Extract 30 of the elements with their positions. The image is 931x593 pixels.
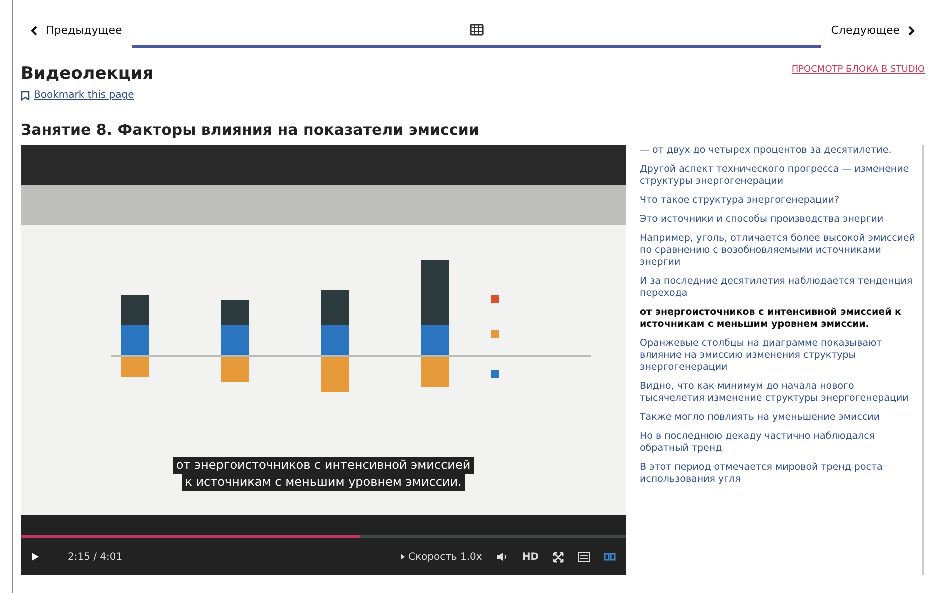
video-title: Занятие 8. Факторы влияния на показатели эмиссии bbox=[21, 121, 480, 140]
play-icon[interactable] bbox=[31, 552, 40, 562]
bookmark-link[interactable]: Bookmark this page bbox=[34, 88, 134, 104]
transcript-icon[interactable] bbox=[578, 552, 590, 562]
fullscreen-icon[interactable] bbox=[553, 552, 564, 563]
chevron-right-icon bbox=[908, 26, 915, 36]
hd-button[interactable]: HD bbox=[522, 550, 539, 565]
chevron-left-icon bbox=[31, 26, 38, 36]
transcript-line[interactable]: Но в последнюю декаду частично наблюдался обратный тренд bbox=[640, 431, 922, 456]
transcript-line[interactable]: — от двух до четырех процентов за десятилетие. bbox=[640, 145, 922, 158]
transcript-line[interactable]: от энергоисточников с интенсивной эмиссией к источникам с меньшим уровнем эмиссии. bbox=[640, 307, 922, 332]
transcript-line[interactable]: Видно, что как минимум до начала нового тысячелетия изменение структуры энергогенерации bbox=[640, 381, 922, 406]
volume-icon[interactable] bbox=[496, 552, 508, 562]
transcript-line[interactable]: Что такое структура энергогенерации? bbox=[640, 195, 922, 208]
studio-link[interactable]: ПРОСМОТР БЛОКА В STUDIO bbox=[792, 64, 925, 78]
transcript-line[interactable]: Другой аспект технического прогресса — изменение структуры энергогенерации bbox=[640, 164, 922, 188]
progress-fill[interactable] bbox=[21, 535, 360, 538]
captions-icon[interactable] bbox=[604, 552, 616, 562]
transcript-line[interactable]: И за последние десятилетия наблюдается тенденция перехода bbox=[640, 276, 922, 300]
caret-icon bbox=[400, 554, 404, 560]
transcript-line[interactable]: Оранжевые столбцы на диаграмме показывают влияние на эмиссию изменения структуры энергогенерации bbox=[640, 338, 922, 374]
transcript-line[interactable]: В этот период отмечается мировой тренд роста использования угля bbox=[640, 462, 922, 486]
time-display: 2:15 / 4:01 bbox=[68, 550, 123, 565]
video-player[interactable]: от энергоисточников с интенсивной эмиссией к источникам с меньшим уровнем эмиссии. 2:15 / 4:01 Скорость 1.0x HD bbox=[21, 145, 626, 576]
transcript-line[interactable]: Это источники и способы производства энергии bbox=[640, 214, 922, 226]
transcript-line[interactable]: Например, уголь, отличается более высокой эмиссией по сравнению с возобновляемыми источниками энергии bbox=[640, 233, 922, 270]
transcript-line[interactable]: Также могло повлиять на уменьшение эмиссии bbox=[640, 412, 922, 424]
bookmark-icon[interactable] bbox=[21, 90, 30, 101]
speed-button[interactable]: Скорость 1.0x bbox=[400, 550, 482, 565]
unit-title: Видеолекция bbox=[21, 64, 154, 84]
